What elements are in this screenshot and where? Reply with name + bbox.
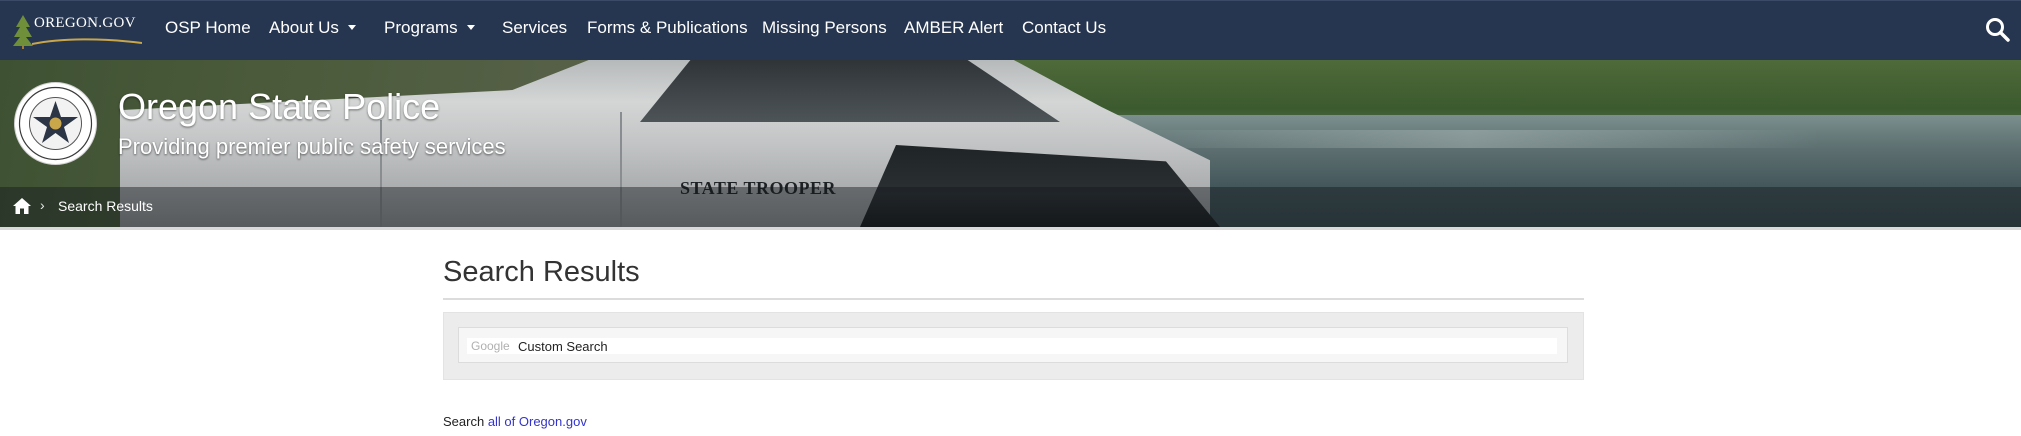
caret-down-icon [347, 25, 356, 31]
nav-item-label: About Us [269, 18, 339, 37]
nav-item-contact-us[interactable]: Contact Us [1022, 18, 1106, 38]
google-brand-label: Google [471, 339, 510, 353]
top-nav: OREGON.GOV OSP Home About Us Programs Se… [0, 0, 2021, 60]
logo-text: OREGON.GOV [34, 15, 136, 31]
breadcrumb-separator: › [40, 197, 45, 213]
nav-item-osp-home[interactable]: OSP Home [165, 18, 251, 38]
search-icon[interactable] [1985, 17, 2011, 43]
caret-down-icon [466, 25, 475, 31]
nav-item-programs[interactable]: Programs [384, 18, 475, 38]
search-panel: Google Custom Search [443, 312, 1584, 380]
nav-item-forms-publications[interactable]: Forms & Publications [587, 18, 748, 38]
site-title: Oregon State Police [118, 86, 441, 127]
home-icon[interactable] [13, 198, 31, 214]
nav-item-label: Programs [384, 18, 458, 37]
nav-item-missing-persons[interactable]: Missing Persons [762, 18, 887, 38]
page-title: Search Results [443, 256, 640, 288]
search-all-link[interactable]: all of Oregon.gov [488, 414, 587, 429]
hero-banner: STATE TROOPER Oregon State Police Provid… [0, 60, 2021, 227]
nav-item-amber-alert[interactable]: AMBER Alert [904, 18, 1003, 38]
divider [0, 227, 2021, 230]
oregon-gov-logo[interactable]: OREGON.GOV [12, 13, 144, 49]
breadcrumb: › Search Results [0, 187, 2021, 227]
search-placeholder: Custom Search [518, 339, 608, 354]
tree-icon [13, 15, 33, 49]
site-subtitle: Providing premier public safety services [118, 134, 506, 159]
search-input[interactable] [467, 338, 1557, 354]
search-box: Google Custom Search [458, 327, 1568, 363]
nav-item-about-us[interactable]: About Us [269, 18, 356, 38]
search-all-oregon: Search all of Oregon.gov [443, 414, 587, 429]
swoosh-icon [32, 38, 142, 45]
nav-item-services[interactable]: Services [502, 18, 567, 38]
search-all-prefix: Search [443, 414, 488, 429]
hero-lake-reflection [1120, 130, 1820, 148]
divider [443, 298, 1584, 300]
seal-icon [14, 82, 97, 165]
breadcrumb-current: Search Results [58, 198, 153, 214]
